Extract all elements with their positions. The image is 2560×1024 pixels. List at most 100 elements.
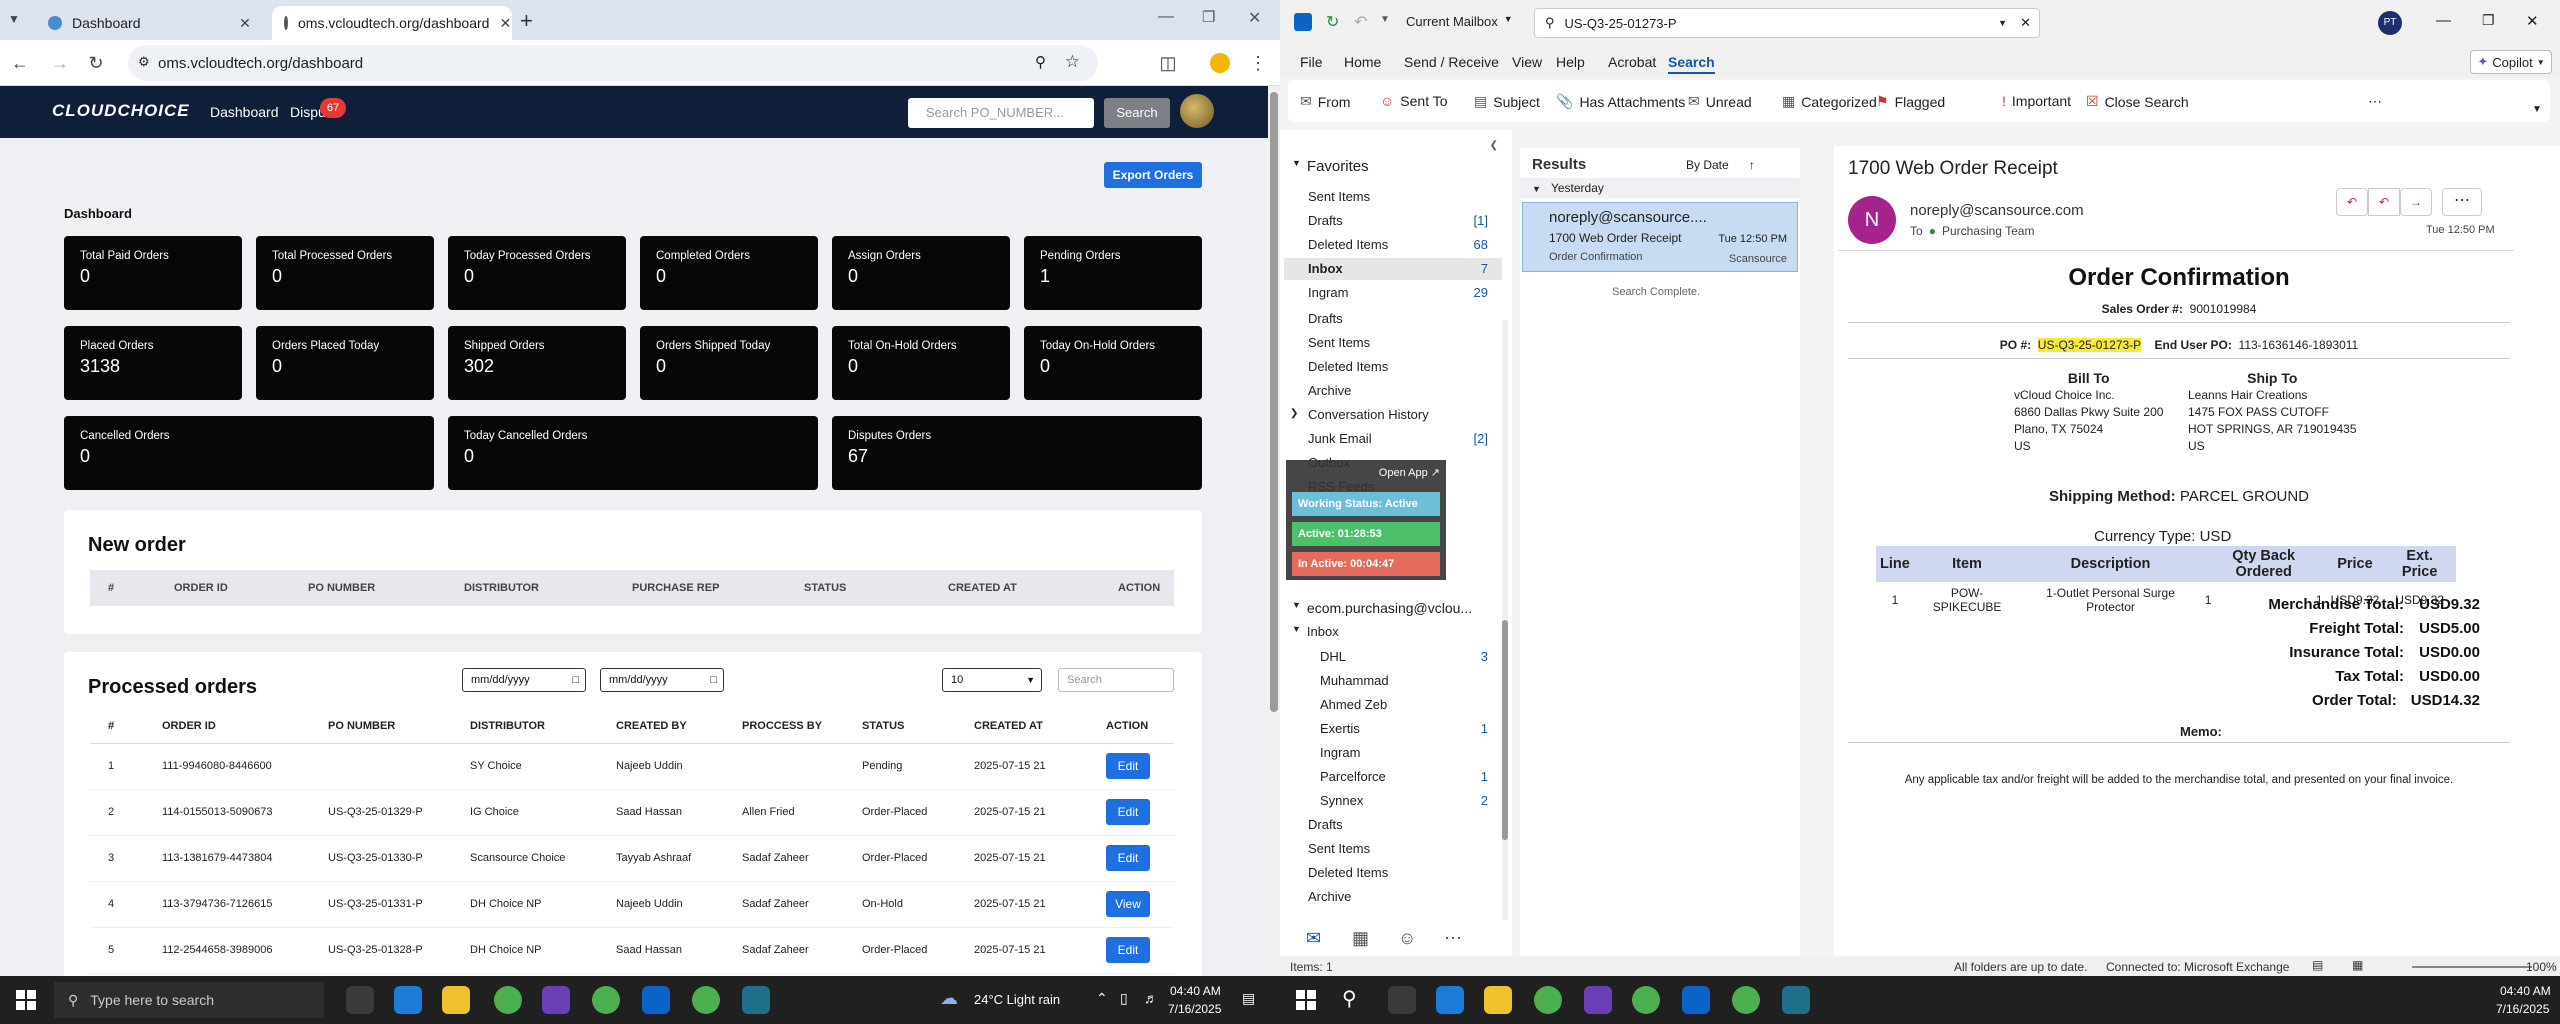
file-explorer-icon[interactable] (442, 986, 470, 1014)
zoom-app-icon[interactable] (1584, 986, 1612, 1014)
chrome-icon[interactable] (592, 986, 620, 1014)
menu-dots-icon[interactable]: ⋮ (1246, 51, 1270, 75)
minimize-icon[interactable]: — (2436, 12, 2451, 29)
folder-deleted-items[interactable]: Deleted Items (1284, 356, 1502, 378)
close-tab-icon[interactable]: ✕ (499, 15, 511, 32)
task-view-icon[interactable] (346, 986, 374, 1014)
ribbon-unread[interactable]: ✉ Unread (1688, 93, 1752, 110)
new-tab-button[interactable]: + (520, 8, 533, 34)
task-view-icon[interactable] (1388, 986, 1416, 1014)
tray-chevron-icon[interactable]: ⌃ (1096, 990, 1108, 1007)
outlook-taskbar-icon[interactable] (642, 986, 670, 1014)
table-search-input[interactable]: Search (1058, 668, 1174, 692)
folder-drafts[interactable]: Drafts (1284, 814, 1502, 836)
page-size-select[interactable]: 10 ▼ (942, 668, 1042, 692)
view-button[interactable]: View (1106, 891, 1150, 917)
folder-drafts[interactable]: Drafts [1] (1284, 210, 1502, 232)
close-tab-icon[interactable]: ✕ (236, 15, 254, 32)
undo-icon[interactable]: ↶ (1354, 12, 1367, 32)
file-explorer-icon[interactable] (1484, 986, 1512, 1014)
edge-icon[interactable] (1436, 986, 1464, 1014)
close-window-icon[interactable]: ✕ (2526, 12, 2539, 30)
outlook-taskbar-icon[interactable] (1682, 986, 1710, 1014)
menu-file[interactable]: File (1300, 54, 1323, 70)
reply-all-icon[interactable]: ↶ (2368, 188, 2400, 216)
qat-dropdown-icon[interactable]: ▼ (1380, 14, 1390, 25)
profile-icon[interactable] (1208, 51, 1232, 75)
copilot-button[interactable]: ✦ Copilot ▼ (2470, 50, 2552, 74)
normal-view-icon[interactable]: ▤ (2312, 958, 2323, 972)
date-from-input[interactable]: mm/dd/yyyy □ (462, 668, 586, 692)
maximize-icon[interactable]: ❐ (2482, 12, 2495, 29)
clock-time-2[interactable]: 04:40 AM (2500, 984, 2551, 998)
search-box[interactable]: ⚲ US-Q3-25-01273-P ▼ ✕ (1534, 8, 2040, 38)
windows-start-icon[interactable] (16, 990, 36, 1010)
folder-sent-items[interactable]: Sent Items (1284, 838, 1502, 860)
scrollbar-thumb[interactable] (1270, 92, 1278, 712)
more-actions-icon[interactable]: ⋯ (2442, 188, 2482, 216)
tab-search-icon[interactable]: ▼ (8, 12, 20, 26)
search-po-input[interactable]: Search PO_NUMBER... (908, 98, 1094, 128)
maximize-icon[interactable]: ❐ (1202, 8, 1215, 26)
reply-icon[interactable]: ↶ (2336, 188, 2368, 216)
ribbon-categorized[interactable]: ▦ Categorized (1782, 93, 1877, 110)
profile-avatar[interactable]: PT (2378, 11, 2402, 35)
search-dropdown-icon[interactable]: ▼ (1998, 18, 2007, 28)
minimize-icon[interactable]: — (1158, 8, 1174, 26)
app-icon[interactable] (1782, 986, 1810, 1014)
mail-nav-icon[interactable]: ✉ (1306, 928, 1321, 949)
zoom-slider[interactable] (2412, 966, 2532, 968)
ribbon-subject[interactable]: ▤ Subject (1474, 93, 1540, 110)
inbox-header[interactable]: ▼ Inbox (1292, 624, 1339, 639)
folder-exertis[interactable]: Exertis 1 (1284, 718, 1502, 740)
reload-icon[interactable]: ↻ (84, 51, 108, 75)
chrome-icon[interactable] (1732, 986, 1760, 1014)
ribbon-collapse-icon[interactable]: ▼ (2532, 104, 2542, 115)
folder-sent-items[interactable]: Sent Items (1284, 186, 1502, 208)
ribbon-sent-to[interactable]: ☺ Sent To (1380, 93, 1448, 109)
ribbon-more-button[interactable]: ⋯ (2368, 93, 2382, 110)
ribbon-has-attachments[interactable]: 📎 Has Attachments (1556, 93, 1685, 110)
collapse-pane-icon[interactable]: ❮ (1490, 140, 1498, 151)
forward-icon[interactable]: → (48, 51, 72, 75)
clock-date-2[interactable]: 7/16/2025 (2496, 1002, 2549, 1016)
clock-date[interactable]: 7/16/2025 (1168, 1002, 1221, 1016)
network-icon[interactable]: ▯ (1120, 990, 1128, 1007)
folder-archive[interactable]: Archive (1284, 886, 1502, 908)
calendar-icon[interactable]: □ (572, 669, 579, 691)
edit-button[interactable]: Edit (1106, 799, 1150, 825)
folder-dhl[interactable]: DHL 3 (1284, 646, 1502, 668)
clock-time[interactable]: 04:40 AM (1170, 984, 1221, 998)
search-icon[interactable]: ⚲ (1342, 986, 1357, 1011)
people-nav-icon[interactable]: ☺ (1398, 928, 1416, 949)
folder-junk-email[interactable]: Junk Email [2] (1284, 428, 1502, 450)
weather-text[interactable]: 24°C Light rain (974, 992, 1060, 1007)
folder-deleted-items[interactable]: Deleted Items 68 (1284, 234, 1502, 256)
folder-parcelforce[interactable]: Parcelforce 1 (1284, 766, 1502, 788)
chrome-icon[interactable] (494, 986, 522, 1014)
clear-search-icon[interactable]: ✕ (2020, 15, 2031, 31)
edge-icon[interactable] (394, 986, 422, 1014)
calendar-icon[interactable]: □ (710, 669, 717, 691)
to-value[interactable]: Purchasing Team (1942, 224, 2035, 238)
folder-archive[interactable]: Archive (1284, 380, 1502, 402)
site-info-icon[interactable]: ⚙ (138, 54, 150, 70)
app-icon[interactable] (742, 986, 770, 1014)
ribbon-close-search[interactable]: ☒ Close Search (2086, 93, 2189, 110)
forward-icon[interactable]: → (2400, 188, 2432, 216)
folder-conversation-history[interactable]: ❯ Conversation History (1284, 404, 1502, 426)
volume-icon[interactable]: ♬ (1144, 990, 1158, 1006)
ribbon-flagged[interactable]: ⚑ Flagged (1876, 93, 1945, 110)
more-apps-icon[interactable]: ⋯ (1444, 928, 1462, 949)
omnibox[interactable]: ⚙ oms.vcloudtech.org/dashboard ⚲ ☆ (128, 45, 1098, 81)
favorites-header[interactable]: ▼ Favorites (1292, 158, 1369, 175)
logo[interactable]: CLOUDCHOICE (52, 101, 190, 121)
extensions-icon[interactable]: ◫ (1156, 51, 1180, 75)
folder-scrollbar[interactable] (1502, 320, 1508, 920)
taskbar-search[interactable]: ⚲ Type here to search (54, 982, 324, 1018)
mailbox-scope[interactable]: Current Mailbox ▼ (1406, 14, 1513, 29)
windows-start-icon[interactable] (1296, 990, 1316, 1010)
chrome-icon[interactable] (1632, 986, 1660, 1014)
folder-ahmed-zeb[interactable]: Ahmed Zeb (1284, 694, 1502, 716)
edit-button[interactable]: Edit (1106, 753, 1150, 779)
